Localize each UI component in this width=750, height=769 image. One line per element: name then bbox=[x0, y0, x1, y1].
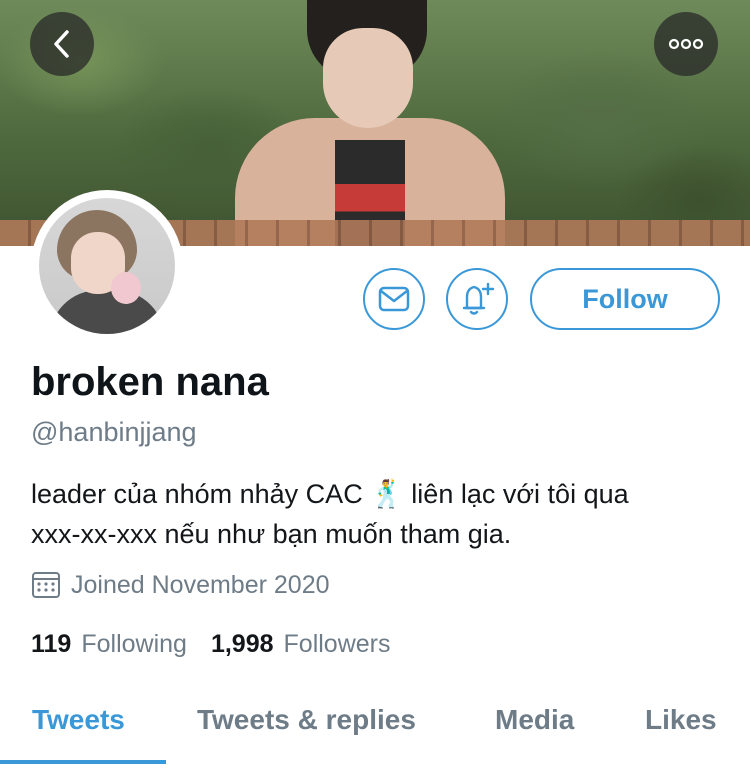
back-button[interactable] bbox=[30, 12, 94, 76]
envelope-icon bbox=[378, 286, 410, 312]
avatar[interactable] bbox=[31, 190, 183, 342]
calendar-icon bbox=[32, 572, 60, 598]
tab-media[interactable]: Media bbox=[495, 704, 574, 736]
following-label[interactable]: Following bbox=[81, 630, 187, 659]
user-handle: @hanbinjjang bbox=[31, 417, 197, 447]
followers-count[interactable]: 1,998 bbox=[211, 630, 274, 659]
tab-tweets-replies[interactable]: Tweets & replies bbox=[197, 704, 416, 736]
following-count[interactable]: 119 bbox=[31, 630, 71, 659]
more-options-button[interactable] bbox=[654, 12, 718, 76]
active-tab-indicator bbox=[0, 760, 166, 764]
bell-plus-icon bbox=[462, 282, 495, 315]
profile-tabs: Tweets Tweets & replies Media Likes bbox=[0, 690, 750, 769]
follow-button[interactable]: Follow bbox=[530, 268, 720, 330]
avatar-image bbox=[39, 198, 175, 334]
joined-text: Joined November 2020 bbox=[71, 570, 330, 599]
tab-likes[interactable]: Likes bbox=[645, 704, 717, 736]
bio-line: xxx-xx-xxx nếu như bạn muốn tham gia. bbox=[31, 519, 512, 549]
joined-date: Joined November 2020 bbox=[31, 570, 330, 600]
chevron-left-icon bbox=[54, 30, 69, 58]
banner-photo-person bbox=[235, 0, 505, 246]
display-name: broken nana bbox=[31, 360, 269, 404]
follow-stats: 119 Following 1,998 Followers bbox=[31, 630, 415, 659]
profile-bio: leader của nhóm nhảy CAC 🕺 liên lạc với … bbox=[31, 474, 731, 554]
message-button[interactable] bbox=[363, 268, 425, 330]
tab-tweets[interactable]: Tweets bbox=[32, 704, 125, 736]
notifications-button[interactable] bbox=[446, 268, 508, 330]
bio-line: leader của nhóm nhảy CAC 🕺 liên lạc với … bbox=[31, 479, 629, 509]
ellipsis-icon bbox=[668, 38, 704, 50]
followers-label[interactable]: Followers bbox=[284, 630, 391, 659]
